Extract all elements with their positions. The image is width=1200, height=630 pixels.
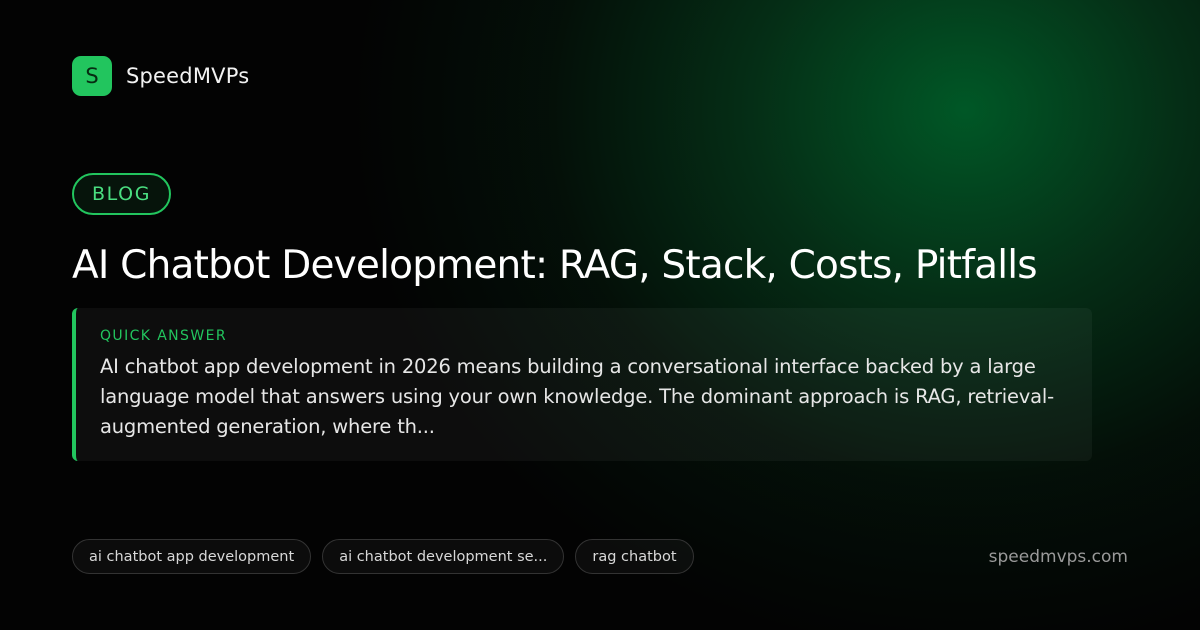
- page-title: AI Chatbot Development: RAG, Stack, Cost…: [72, 243, 1038, 288]
- tag-list: ai chatbot app development ai chatbot de…: [72, 539, 694, 574]
- quick-answer-text: AI chatbot app development in 2026 means…: [100, 355, 1054, 438]
- quick-answer-label: QUICK ANSWER: [100, 328, 227, 344]
- brand[interactable]: S SpeedMVPs: [72, 56, 249, 96]
- site-url[interactable]: speedmvps.com: [989, 545, 1128, 569]
- brand-name: SpeedMVPs: [126, 64, 250, 88]
- tag-ai-chatbot-app-development[interactable]: ai chatbot app development: [72, 539, 312, 574]
- quick-answer-box: QUICK ANSWER AI chatbot app development …: [72, 308, 1092, 461]
- category-badge: BLOG: [72, 173, 172, 215]
- tag-rag-chatbot[interactable]: rag chatbot: [575, 539, 694, 574]
- logo-badge: S: [72, 56, 112, 96]
- tag-ai-chatbot-development-services[interactable]: ai chatbot development se...: [322, 539, 565, 574]
